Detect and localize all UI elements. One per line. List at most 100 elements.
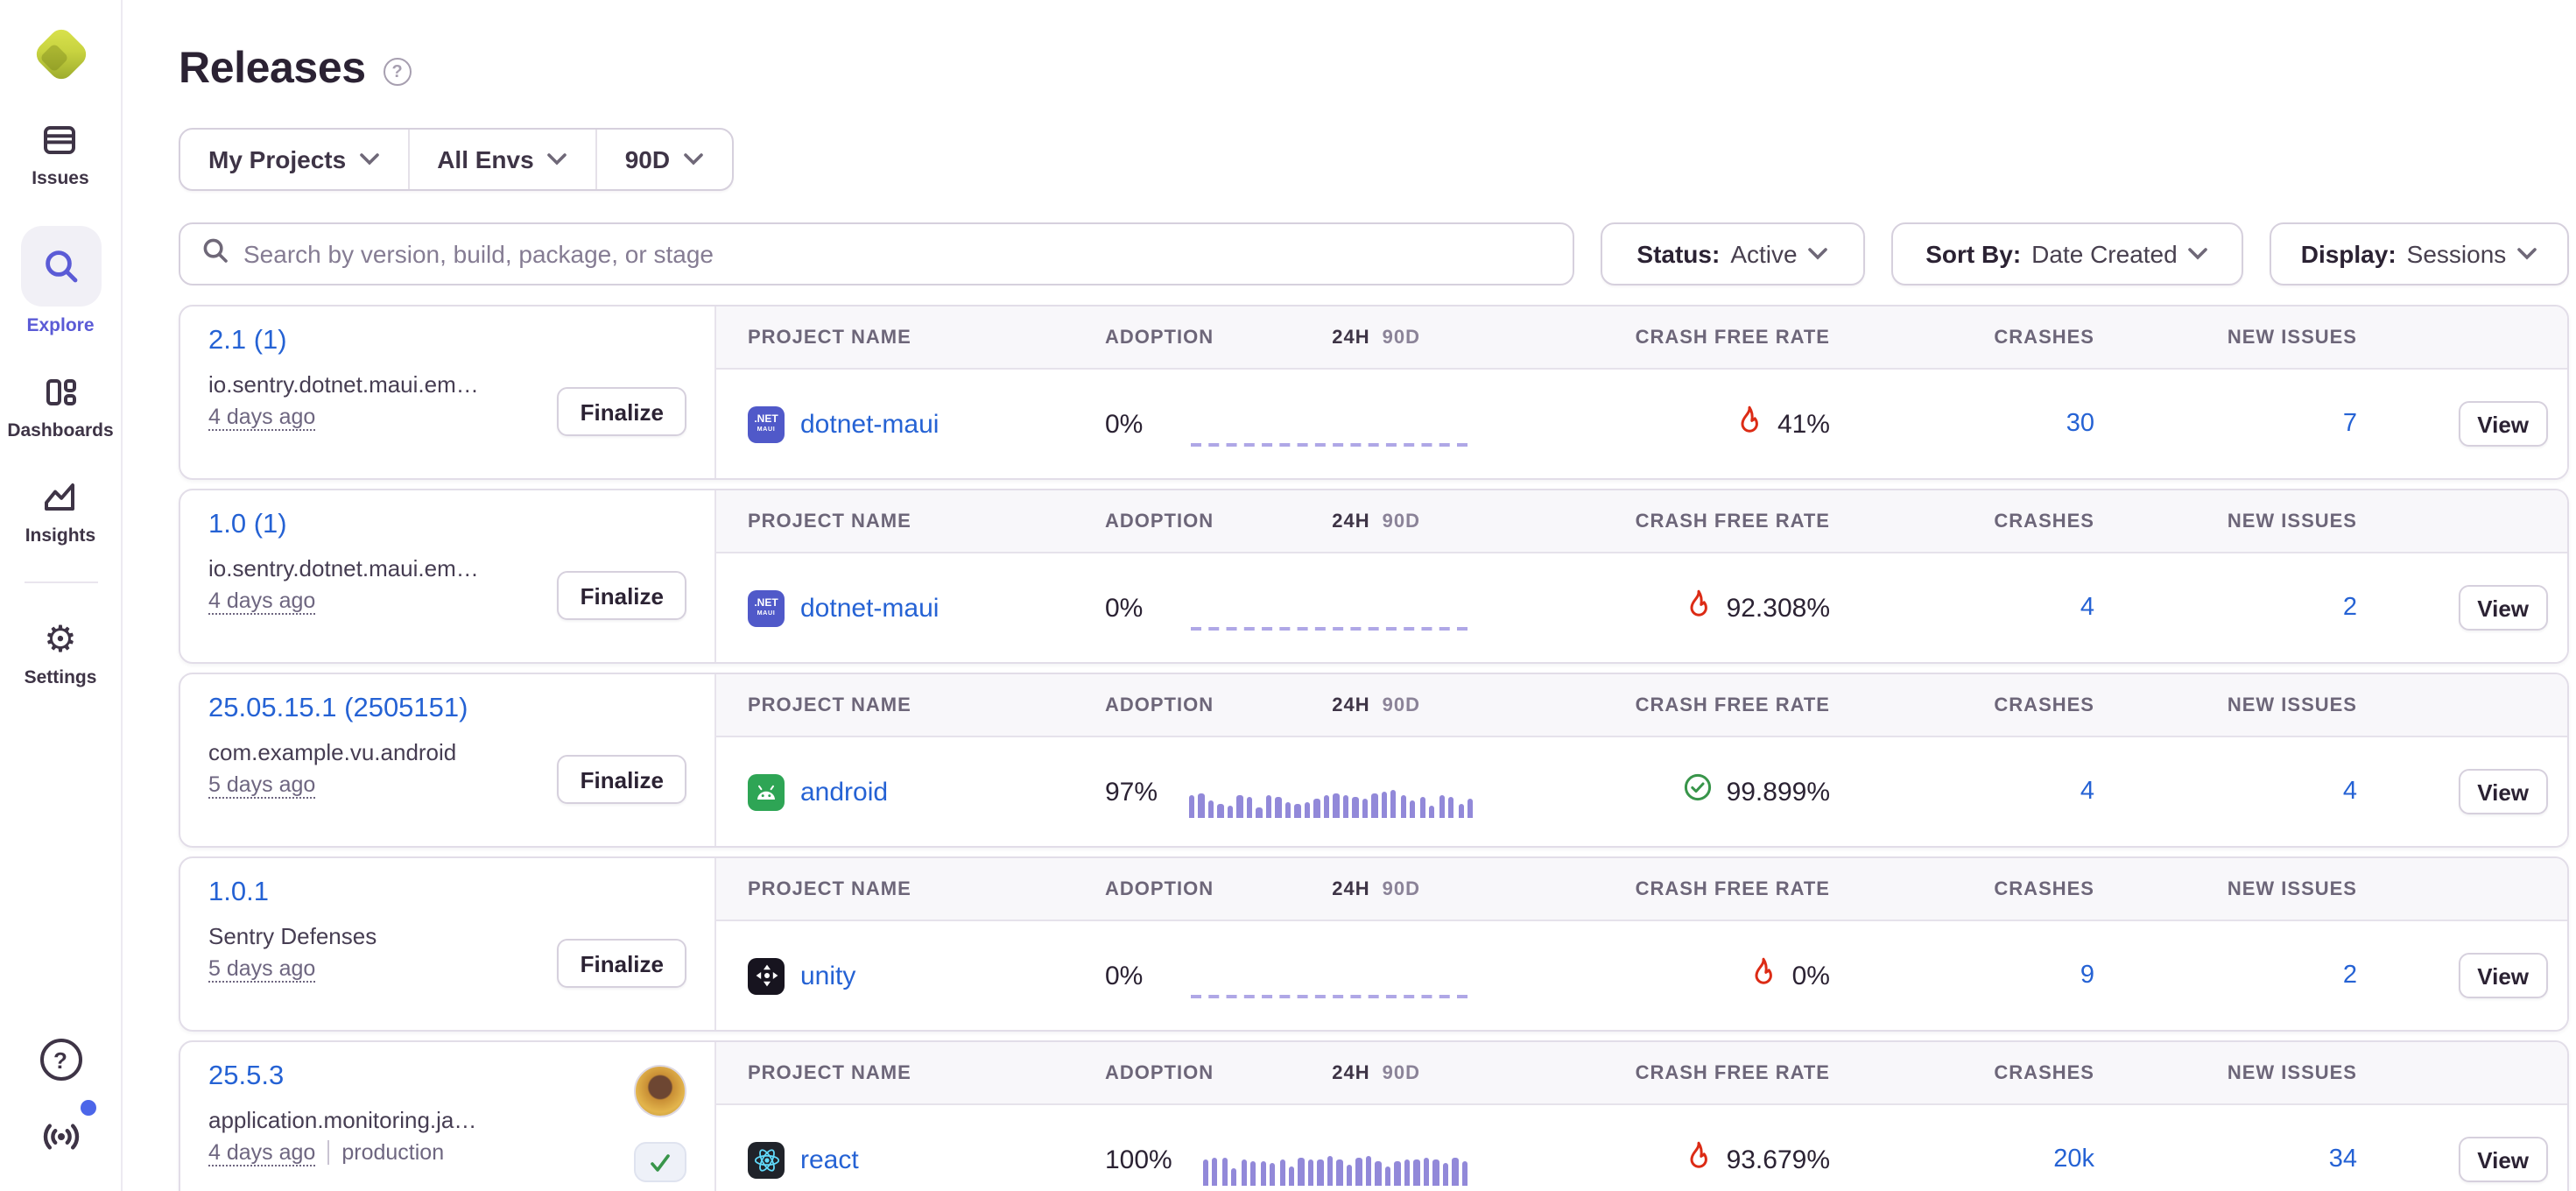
- view-button[interactable]: View: [2458, 769, 2548, 814]
- period-toggle-90d[interactable]: 90D: [1383, 511, 1420, 532]
- col-crash-free-rate: CRASH FREE RATE: [1490, 511, 1848, 532]
- release-project-table: PROJECT NAME ADOPTION 24H 90D CRASH FREE…: [716, 1042, 2569, 1191]
- view-button[interactable]: View: [2458, 953, 2548, 998]
- page-filter-bar: My Projects All Envs 90D: [179, 128, 733, 191]
- col-new-issues: NEW ISSUES: [2112, 878, 2375, 899]
- fire-icon: [1685, 1140, 1713, 1179]
- crashes-count-link[interactable]: 4: [1848, 594, 2112, 622]
- finalize-button[interactable]: Finalize: [558, 387, 686, 436]
- project-link[interactable]: android: [800, 777, 888, 807]
- release-version-link[interactable]: 25.05.15.1 (2505151): [208, 694, 468, 725]
- crashes-count-link[interactable]: 20k: [1848, 1145, 2112, 1173]
- crashes-count-link[interactable]: 9: [1848, 962, 2112, 990]
- crash-free-value: 0%: [1792, 961, 1830, 990]
- period-toggle-24h[interactable]: 24H: [1332, 327, 1369, 348]
- view-button[interactable]: View: [2458, 585, 2548, 631]
- chevron-down-icon: [358, 152, 379, 166]
- status-dropdown[interactable]: Status: Active: [1601, 222, 1865, 285]
- period-toggle-90d[interactable]: 90D: [1383, 1062, 1420, 1083]
- display-dropdown[interactable]: Display: Sessions: [2270, 222, 2569, 285]
- release-card: 25.05.15.1 (2505151) com.example.vu.andr…: [179, 673, 2569, 848]
- release-version-link[interactable]: 2.1 (1): [208, 326, 287, 357]
- release-card: 2.1 (1) io.sentry.dotnet.maui.em… 4 days…: [179, 305, 2569, 480]
- sidebar-label-dashboards: Dashboards: [7, 420, 113, 441]
- sidebar-item-issues[interactable]: Issues: [32, 121, 88, 189]
- release-project-table: PROJECT NAME ADOPTION 24H 90D CRASH FREE…: [716, 858, 2569, 1030]
- new-issues-count-link[interactable]: 34: [2112, 1145, 2375, 1173]
- chevron-down-icon: [546, 152, 567, 166]
- adoption-bar-chart: [1202, 1151, 1467, 1186]
- adoption-header-label: ADOPTION: [1105, 878, 1214, 899]
- col-project-name: PROJECT NAME: [716, 694, 1096, 715]
- chevron-down-icon: [2516, 247, 2537, 261]
- release-age[interactable]: 4 days ago: [208, 1140, 315, 1165]
- release-age[interactable]: 4 days ago: [208, 588, 315, 613]
- period-toggle-24h[interactable]: 24H: [1332, 511, 1369, 532]
- period-toggle-90d[interactable]: 90D: [1383, 694, 1420, 715]
- adoption-chart: [1189, 599, 1467, 634]
- sidebar-item-dashboards[interactable]: Dashboards: [7, 373, 113, 441]
- unity-platform-icon: [748, 957, 785, 994]
- notification-dot: [80, 1100, 95, 1116]
- release-project-table: PROJECT NAME ADOPTION 24H 90D CRASH FREE…: [716, 674, 2569, 846]
- release-summary-panel: 2.1 (1) io.sentry.dotnet.maui.em… 4 days…: [180, 307, 716, 478]
- col-adoption: ADOPTION 24H 90D: [1096, 1062, 1490, 1083]
- release-package: io.sentry.dotnet.maui.em…: [208, 371, 524, 398]
- android-platform-icon: [748, 773, 785, 810]
- adoption-header-label: ADOPTION: [1105, 694, 1214, 715]
- col-project-name: PROJECT NAME: [716, 511, 1096, 532]
- col-adoption: ADOPTION 24H 90D: [1096, 511, 1490, 532]
- release-environment: production: [327, 1140, 444, 1165]
- release-summary-panel: 25.05.15.1 (2505151) com.example.vu.andr…: [180, 674, 716, 846]
- releases-help-icon[interactable]: ?: [384, 58, 412, 86]
- period-toggle-90d[interactable]: 90D: [1383, 327, 1420, 348]
- sort-by-dropdown[interactable]: Sort By: Date Created: [1891, 222, 2243, 285]
- project-link[interactable]: dotnet-maui: [800, 593, 939, 623]
- finalize-button[interactable]: Finalize: [558, 939, 686, 988]
- sidebar-item-insights[interactable]: Insights: [25, 478, 96, 546]
- sentry-logo[interactable]: [31, 25, 90, 84]
- release-package: com.example.vu.android: [208, 739, 524, 765]
- period-toggle-90d[interactable]: 90D: [1383, 878, 1420, 899]
- release-version-link[interactable]: 1.0 (1): [208, 510, 287, 541]
- project-link[interactable]: unity: [800, 961, 855, 990]
- whats-new-button[interactable]: [38, 1116, 83, 1163]
- environment-filter-dropdown[interactable]: All Envs: [407, 130, 595, 189]
- release-age[interactable]: 5 days ago: [208, 772, 315, 797]
- release-version-link[interactable]: 1.0.1: [208, 877, 269, 909]
- new-issues-count-link[interactable]: 4: [2112, 778, 2375, 806]
- new-issues-count-link[interactable]: 2: [2112, 594, 2375, 622]
- project-link[interactable]: dotnet-maui: [800, 409, 939, 439]
- table-header-row: PROJECT NAME ADOPTION 24H 90D CRASH FREE…: [716, 1042, 2569, 1105]
- finalized-check-badge[interactable]: [634, 1142, 686, 1182]
- project-link[interactable]: react: [800, 1145, 859, 1174]
- finalize-button[interactable]: Finalize: [558, 571, 686, 620]
- period-toggle-24h[interactable]: 24H: [1332, 694, 1369, 715]
- crashes-count-link[interactable]: 4: [1848, 778, 2112, 806]
- view-button[interactable]: View: [2458, 1137, 2548, 1182]
- sidebar-item-settings[interactable]: ⚙ Settings: [25, 620, 97, 688]
- crash-free-value: 92.308%: [1727, 593, 1830, 623]
- new-issues-count-link[interactable]: 2: [2112, 962, 2375, 990]
- help-icon[interactable]: ?: [39, 1039, 81, 1081]
- finalize-button[interactable]: Finalize: [558, 755, 686, 804]
- release-package: application.monitoring.ja…: [208, 1107, 524, 1133]
- release-project-table: PROJECT NAME ADOPTION 24H 90D CRASH FREE…: [716, 490, 2569, 662]
- release-search-input[interactable]: [243, 240, 1552, 268]
- project-row: react 100% 93.679%: [716, 1105, 2569, 1191]
- view-button[interactable]: View: [2458, 401, 2548, 447]
- fire-icon: [1685, 588, 1713, 627]
- release-age[interactable]: 5 days ago: [208, 956, 315, 981]
- period-toggle-24h[interactable]: 24H: [1332, 878, 1369, 899]
- period-toggle-24h[interactable]: 24H: [1332, 1062, 1369, 1083]
- col-crash-free-rate: CRASH FREE RATE: [1490, 878, 1848, 899]
- date-range-dropdown[interactable]: 90D: [595, 130, 731, 189]
- release-version-link[interactable]: 25.5.3: [208, 1061, 284, 1093]
- project-filter-dropdown[interactable]: My Projects: [180, 130, 407, 189]
- adoption-header-label: ADOPTION: [1105, 327, 1214, 348]
- col-project-name: PROJECT NAME: [716, 878, 1096, 899]
- sidebar-item-explore[interactable]: Explore: [20, 226, 101, 336]
- release-age[interactable]: 4 days ago: [208, 405, 315, 429]
- crashes-count-link[interactable]: 30: [1848, 410, 2112, 438]
- new-issues-count-link[interactable]: 7: [2112, 410, 2375, 438]
